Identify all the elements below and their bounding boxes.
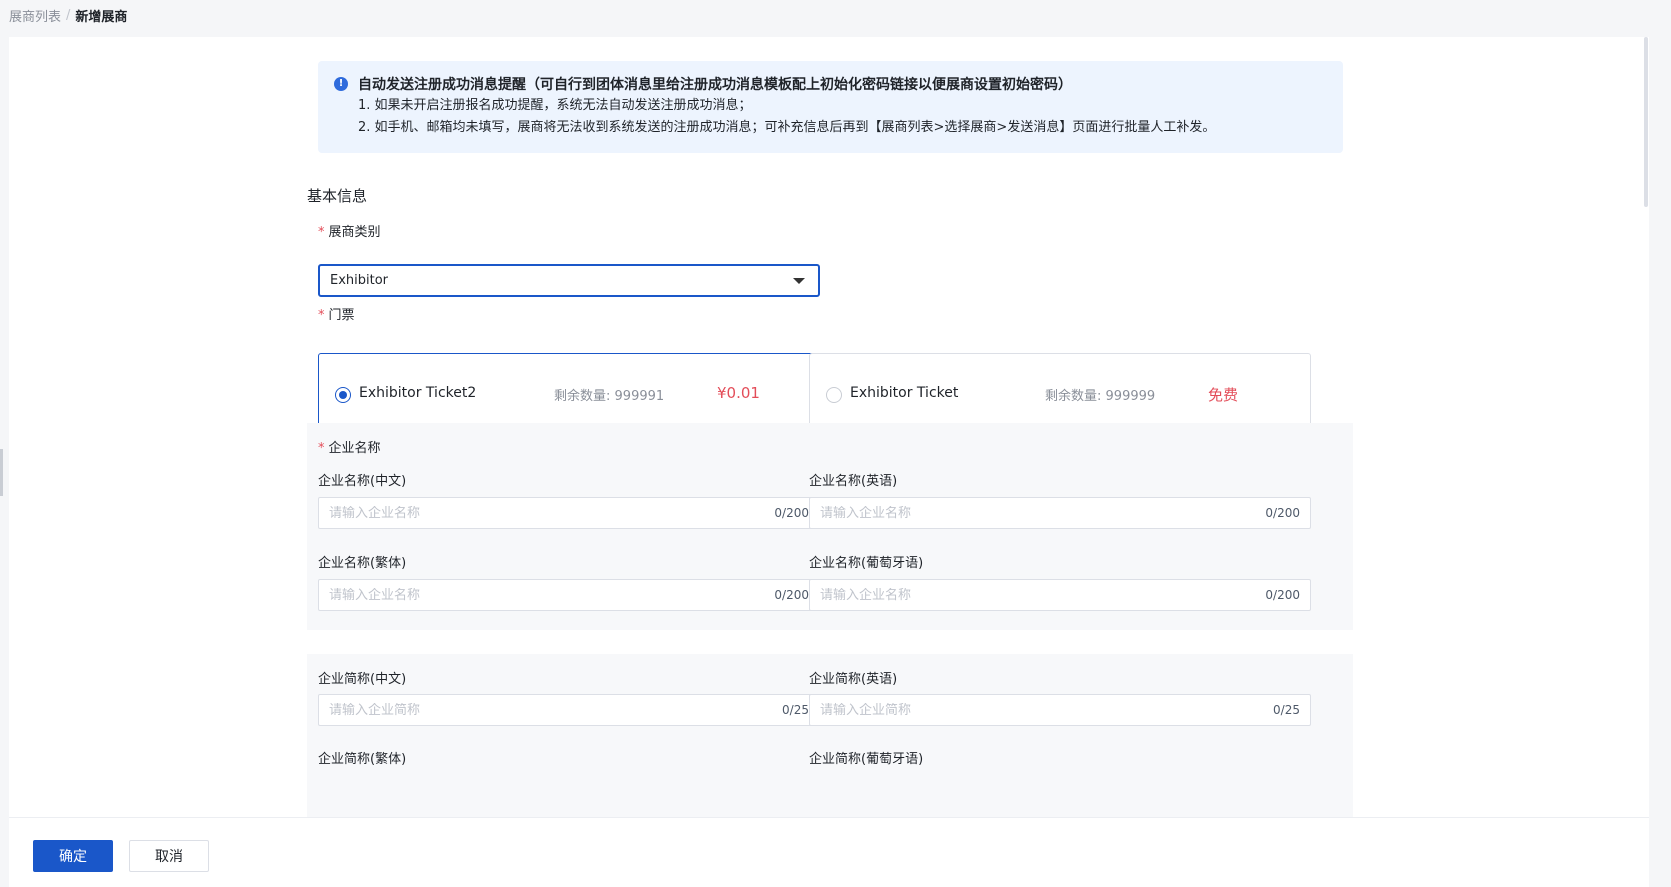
ticket-remaining-value: 999999 xyxy=(1105,389,1156,404)
ticket-remaining: 剩余数量: 999991 xyxy=(554,385,664,404)
company-name-en-label: 企业名称(英语) xyxy=(809,474,898,489)
ticket-remaining-value: 999991 xyxy=(614,389,665,404)
ticket-remaining-label: 剩余数量: xyxy=(554,389,611,404)
char-counter: 0/25 xyxy=(782,703,809,717)
ticket-name: Exhibitor Ticket xyxy=(850,385,959,401)
exhibitor-type-label-text: 展商类别 xyxy=(328,225,381,240)
company-short-en-field[interactable]: 0/25 xyxy=(809,694,1311,726)
ticket-label-text: 门票 xyxy=(328,308,355,323)
breadcrumb-exhibitor-list-link[interactable]: 展商列表 xyxy=(9,6,61,25)
info-icon: ! xyxy=(334,77,348,91)
exhibitor-type-value: Exhibitor xyxy=(330,273,389,288)
company-name-zh-field[interactable]: 0/200 xyxy=(318,497,820,529)
company-short-group: 企业简称(中文) 0/25 企业简称(英语) 0/25 企业简称(繁体) 企业简… xyxy=(307,654,1353,817)
breadcrumb-current: 新增展商 xyxy=(75,9,128,25)
char-counter: 0/200 xyxy=(774,506,809,520)
company-short-pt-label: 企业简称(葡萄牙语) xyxy=(809,752,924,767)
company-name-group: *企业名称 企业名称(中文) 0/200 企业名称(英语) 0/200 企业名称… xyxy=(307,423,1353,630)
company-name-pt-field[interactable]: 0/200 xyxy=(809,579,1311,611)
company-short-en-label: 企业简称(英语) xyxy=(809,672,898,687)
ticket-remaining-label: 剩余数量: xyxy=(1045,389,1102,404)
radio-unchecked-icon[interactable] xyxy=(826,387,842,403)
company-short-en-input[interactable] xyxy=(820,702,1266,718)
char-counter: 0/200 xyxy=(774,588,809,602)
char-counter: 0/200 xyxy=(1265,588,1300,602)
company-short-zh-input[interactable] xyxy=(329,702,775,718)
form-panel: ! 自动发送注册成功消息提醒（可自行到团体消息里给注册成功消息模板配上初始化密码… xyxy=(9,37,1649,817)
required-mark: * xyxy=(318,308,325,323)
caret-down-icon xyxy=(793,278,805,284)
scrollbar-thumb[interactable] xyxy=(1644,37,1648,207)
required-mark: * xyxy=(318,225,325,240)
company-short-zh-label: 企业简称(中文) xyxy=(318,672,407,687)
company-name-label: * 企业名称 xyxy=(318,437,381,456)
ticket-price: 免费 xyxy=(1208,386,1239,404)
notice-title: 自动发送注册成功消息提醒（可自行到团体消息里给注册成功消息模板配上初始化密码链接… xyxy=(358,77,1072,93)
company-name-en-input[interactable] xyxy=(820,505,1258,521)
required-mark: * xyxy=(318,441,325,456)
ticket-label: * 门票 xyxy=(318,304,355,323)
exhibitor-type-label: * 展商类别 xyxy=(318,221,381,240)
ticket-name: Exhibitor Ticket2 xyxy=(359,385,477,401)
company-name-tw-label: 企业名称(繁体) xyxy=(318,556,407,571)
section-title-basic-info: 基本信息 xyxy=(307,187,368,205)
company-name-zh-input[interactable] xyxy=(329,505,767,521)
ticket-price: ¥0.01 xyxy=(717,384,760,402)
company-name-en-field[interactable]: 0/200 xyxy=(809,497,1311,529)
company-name-zh-label: 企业名称(中文) xyxy=(318,474,407,489)
form-footer: 确定 取消 xyxy=(9,817,1649,887)
info-notice: ! 自动发送注册成功消息提醒（可自行到团体消息里给注册成功消息模板配上初始化密码… xyxy=(318,61,1343,153)
char-counter: 0/25 xyxy=(1273,703,1300,717)
company-name-pt-label: 企业名称(葡萄牙语) xyxy=(809,556,924,571)
side-collapse-handle[interactable] xyxy=(0,449,3,496)
ticket-remaining: 剩余数量: 999999 xyxy=(1045,385,1155,404)
company-name-tw-field[interactable]: 0/200 xyxy=(318,579,820,611)
notice-line-2: 2. 如手机、邮箱均未填写，展商将无法收到系统发送的注册成功消息；可补充信息后再… xyxy=(358,120,1216,135)
company-short-zh-field[interactable]: 0/25 xyxy=(318,694,820,726)
company-name-pt-input[interactable] xyxy=(820,587,1258,603)
breadcrumb: 展商列表 / 新增展商 xyxy=(9,5,127,25)
notice-line-1: 1. 如果未开启注册报名成功提醒，系统无法自动发送注册成功消息； xyxy=(358,98,752,113)
confirm-button[interactable]: 确定 xyxy=(33,840,113,872)
cancel-button[interactable]: 取消 xyxy=(129,840,209,872)
breadcrumb-separator: / xyxy=(66,7,71,23)
company-name-tw-input[interactable] xyxy=(329,587,767,603)
char-counter: 0/200 xyxy=(1265,506,1300,520)
company-name-label-text: 企业名称 xyxy=(328,441,381,456)
exhibitor-type-select[interactable]: Exhibitor xyxy=(318,264,820,297)
vertical-scrollbar[interactable] xyxy=(1643,37,1649,817)
company-short-tw-label: 企业简称(繁体) xyxy=(318,752,407,767)
radio-checked-icon[interactable] xyxy=(335,387,351,403)
